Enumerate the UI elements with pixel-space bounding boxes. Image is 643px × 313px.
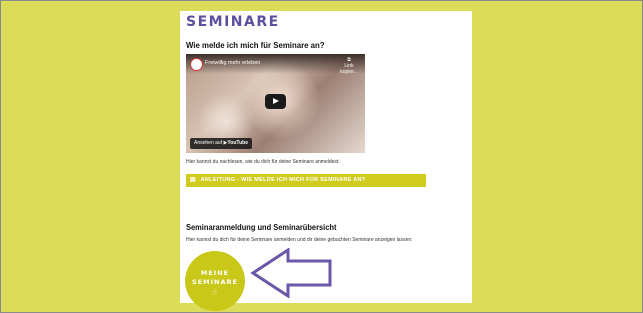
my-seminars-label-1: MEINE — [200, 269, 230, 277]
signup-intro-text: Hier kannst du nachlesen, wie du dich fü… — [186, 159, 340, 165]
channel-logo-icon[interactable] — [190, 58, 203, 71]
document-icon: ▤ — [190, 177, 196, 183]
guide-link-button[interactable]: ▤ ANLEITUNG - WIE MELDE ICH MICH FÜR SEM… — [186, 174, 426, 187]
pointer-hand-icon: ☝ — [212, 288, 218, 297]
watch-on-youtube-button[interactable]: Ansehen auf ▶YouTube — [190, 138, 252, 149]
copy-link-label: Link kopier... — [340, 63, 358, 75]
my-seminars-label-2: SEMINARE — [192, 278, 238, 286]
play-button[interactable] — [265, 94, 286, 109]
section-heading-signup: Wie melde ich mich für Seminare an? — [186, 40, 325, 50]
watch-on-label: Ansehen auf — [194, 140, 223, 146]
brand-title: SEMINARE — [186, 14, 280, 30]
guide-link-label: ANLEITUNG - WIE MELDE ICH MICH FÜR SEMIN… — [200, 177, 366, 183]
video-title[interactable]: Freiwillig mehr erleben — [205, 60, 260, 66]
my-seminars-button[interactable]: MEINE SEMINARE ☝ — [185, 251, 245, 311]
left-arrow-annotation-icon — [250, 248, 332, 298]
section-heading-overview: Seminaranmeldung und Seminarübersicht — [186, 222, 337, 232]
video-player[interactable]: Freiwillig mehr erleben ⧉ Link kopier...… — [186, 54, 365, 153]
overview-intro-text: Hier kannst du dich für deine Seminare a… — [186, 237, 413, 243]
copy-link-button[interactable]: ⧉ Link kopier... — [338, 57, 360, 75]
youtube-label: YouTube — [227, 140, 248, 146]
